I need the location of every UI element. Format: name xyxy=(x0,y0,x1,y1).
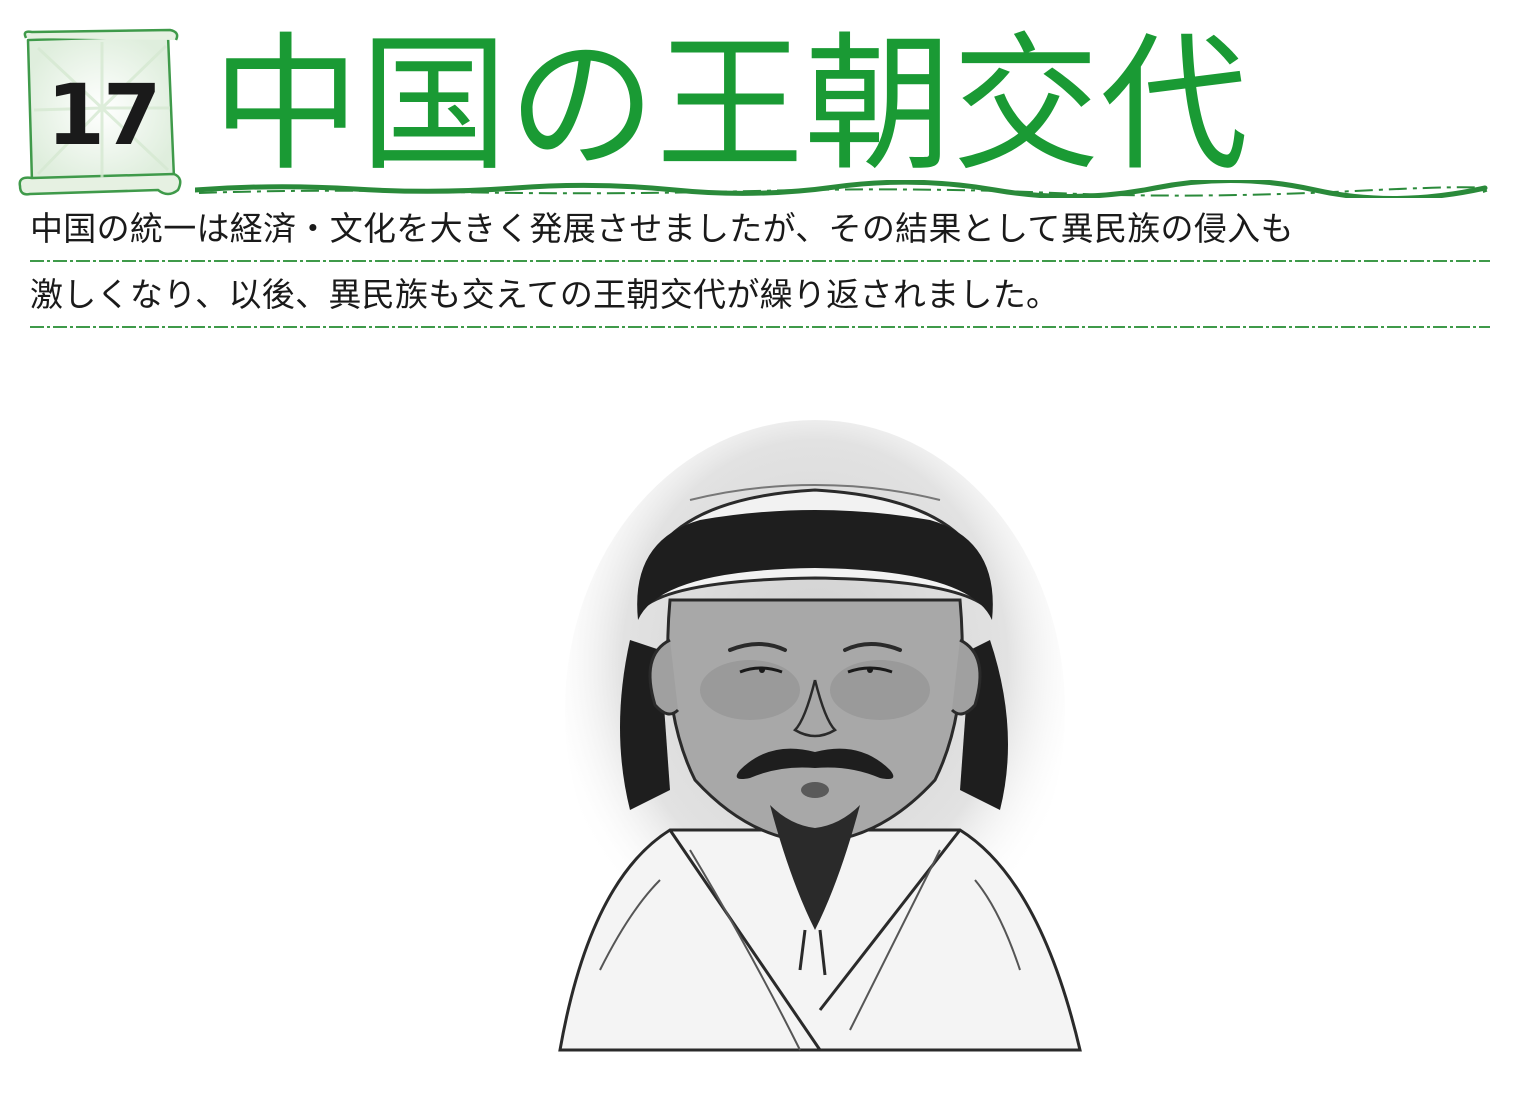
intro-rule-2 xyxy=(30,326,1490,328)
intro-line-1: 中国の統一は経済・文化を大きく発展させましたが、その結果として異民族の侵入も xyxy=(30,209,1294,248)
intro-line-2: 激しくなり、以後、異民族も交えての王朝交代が繰り返されました。 xyxy=(30,275,1060,314)
chapter-number: 17 xyxy=(46,66,162,164)
portrait-illustration xyxy=(558,420,1082,1052)
intro-rule-1 xyxy=(30,260,1490,262)
chapter-title: 中国の王朝交代 xyxy=(212,19,1248,191)
title-underline xyxy=(195,180,1490,198)
intro-text: 中国の統一は経済・文化を大きく発展させましたが、その結果として異民族の侵入も 激… xyxy=(30,200,1490,332)
